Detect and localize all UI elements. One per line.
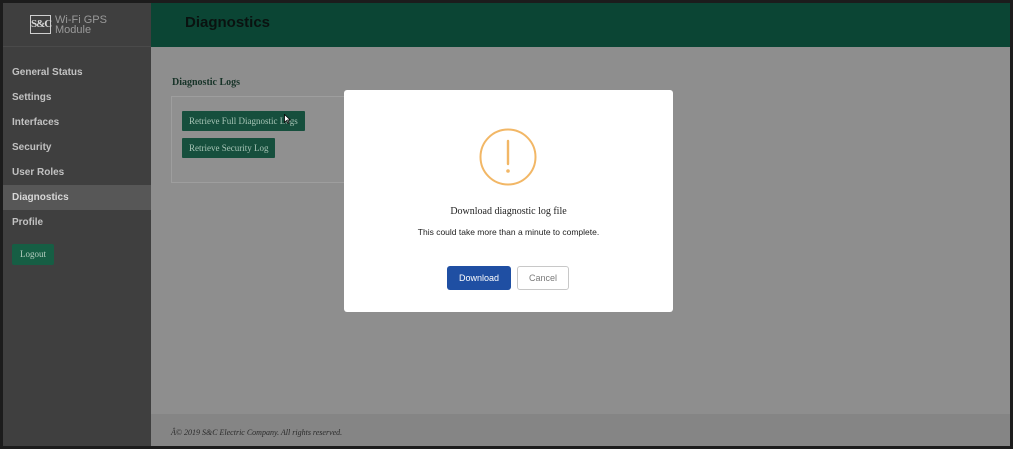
page-header: Diagnostics <box>151 3 1010 47</box>
logo-text: Wi-Fi GPS Module <box>55 13 107 36</box>
exclamation-circle-icon <box>479 128 537 186</box>
sidebar-item-profile[interactable]: Profile <box>3 210 151 235</box>
app-window: S&C Wi-Fi GPS Module General Status Sett… <box>3 3 1010 446</box>
cancel-button[interactable]: Cancel <box>517 266 569 290</box>
logo-line-1: Wi-Fi GPS <box>55 13 107 26</box>
copyright-text: Â© 2019 S&C Electric Company. All rights… <box>171 428 343 437</box>
sidebar-item-user-roles[interactable]: User Roles <box>3 160 151 185</box>
page-title: Diagnostics <box>185 14 271 31</box>
sc-logo-mark: S&C <box>30 15 52 34</box>
retrieve-security-log-button[interactable]: Retrieve Security Log <box>182 138 276 158</box>
sidebar-item-settings[interactable]: Settings <box>3 85 151 110</box>
sidebar-item-diagnostics[interactable]: Diagnostics <box>3 185 151 210</box>
dialog-title: Download diagnostic log file <box>450 206 567 217</box>
sidebar-item-security[interactable]: Security <box>3 135 151 160</box>
logo: S&C Wi-Fi GPS Module <box>3 3 151 47</box>
download-button[interactable]: Download <box>447 266 511 290</box>
confirm-dialog: Download diagnostic log file This could … <box>344 90 673 312</box>
logout-button[interactable]: Logout <box>12 244 54 265</box>
section-title: Diagnostic Logs <box>172 77 241 88</box>
footer: Â© 2019 S&C Electric Company. All rights… <box>151 414 1010 446</box>
dialog-message: This could take more than a minute to co… <box>417 227 600 237</box>
logo-line-2: Module <box>55 23 92 36</box>
mouse-cursor-icon <box>284 114 291 124</box>
sidebar-item-interfaces[interactable]: Interfaces <box>3 110 151 135</box>
sidebar-nav: General Status Settings Interfaces Secur… <box>3 60 151 235</box>
sidebar-item-general-status[interactable]: General Status <box>3 60 151 85</box>
sidebar: S&C Wi-Fi GPS Module General Status Sett… <box>3 3 151 446</box>
